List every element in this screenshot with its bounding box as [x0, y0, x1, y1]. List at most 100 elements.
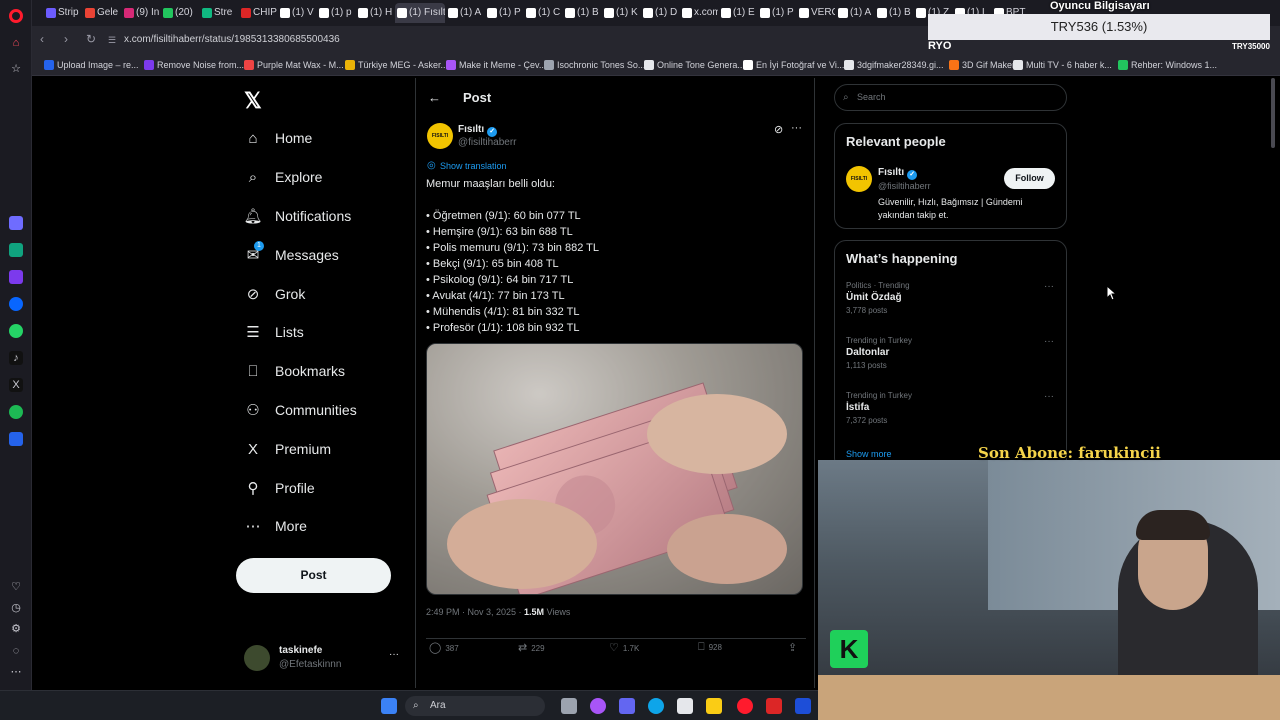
relevant-name[interactable]: Fısıltı ✓	[878, 167, 918, 180]
tab-17[interactable]: (1) E	[719, 3, 757, 23]
settings-icon[interactable]: ⚙	[9, 622, 23, 636]
messenger-icon[interactable]	[9, 297, 23, 311]
bookmark-5[interactable]: Isochronic Tones So...	[544, 58, 645, 72]
reply-button[interactable]: ◯ 387	[429, 641, 459, 654]
repost-button[interactable]: ⇄ 229	[518, 641, 545, 654]
trend-item[interactable]: Trending in Turkey Daltonlar 1,113 posts ··…	[846, 336, 1056, 380]
bookmark-8[interactable]: 3dgifmaker28349.gi...	[844, 58, 944, 72]
post-more-icon[interactable]: ···	[791, 122, 802, 134]
bookmark-1[interactable]: Remove Noise from...	[144, 58, 244, 72]
trend-more-icon[interactable]: ···	[1044, 391, 1054, 402]
nav-item-lists[interactable]: ☰ Lists	[244, 317, 304, 347]
nav-item-notifications[interactable]: 🔔︎ Notifications	[243, 201, 351, 231]
trend-more-icon[interactable]: ···	[1044, 281, 1054, 292]
spotify-icon[interactable]	[9, 405, 23, 419]
nav-item-more[interactable]: ⋯ More	[244, 511, 307, 541]
opera-logo-icon[interactable]	[9, 9, 23, 23]
post-image[interactable]	[426, 343, 803, 595]
tab-8[interactable]: (1) H	[356, 3, 394, 23]
x-icon[interactable]: X	[9, 378, 23, 392]
author-avatar[interactable]: FISILTI	[427, 123, 453, 149]
show-translation-link[interactable]: ◎ Show translation	[427, 160, 507, 171]
tab-21[interactable]: (1) B	[875, 3, 913, 23]
tab-11[interactable]: (1) P	[485, 3, 523, 23]
post-timestamp[interactable]: 2:49 PM · Nov 3, 2025 ·	[426, 607, 524, 617]
tab-16[interactable]: x.com	[680, 3, 718, 23]
tab-10[interactable]: (1) A	[446, 3, 484, 23]
nav-item-explore[interactable]: ⌕ Explore	[244, 162, 323, 192]
post-button[interactable]: Post	[236, 558, 391, 593]
forward-icon[interactable]: ›	[64, 32, 68, 46]
store-icon[interactable]	[677, 698, 693, 714]
tab-7[interactable]: (1) p	[317, 3, 355, 23]
tab-5[interactable]: CHIP	[239, 3, 277, 23]
bookmark-button[interactable]: ⎕ 928	[698, 641, 722, 654]
star-icon[interactable]: ☆	[9, 62, 23, 76]
nav-item-grok[interactable]: ⊘ Grok	[244, 279, 306, 309]
account-switcher[interactable]: taskinefe @Efetaskinnn ···	[244, 643, 404, 675]
trend-item[interactable]: Politics · Trending Ümit Özdağ 3,778 posts…	[846, 281, 1056, 325]
tab-18[interactable]: (1) P	[758, 3, 796, 23]
bookmark-7[interactable]: En İyi Fotoğraf ve Vi...	[743, 58, 844, 72]
show-more-link[interactable]: Show more	[846, 449, 892, 459]
more-icon[interactable]: ⋯	[9, 665, 23, 679]
follow-button[interactable]: Follow	[1004, 168, 1055, 189]
aria-icon[interactable]	[9, 216, 23, 230]
tab-0[interactable]: Strip	[44, 3, 82, 23]
like-button[interactable]: ♡ 1.7K	[609, 641, 639, 654]
edge-icon[interactable]	[648, 698, 664, 714]
tab-4[interactable]: Stre	[200, 3, 238, 23]
bookmark-2[interactable]: Purple Mat Wax - M...	[244, 58, 344, 72]
tab-1[interactable]: Gele	[83, 3, 121, 23]
account-more-icon[interactable]: ···	[389, 649, 399, 660]
bookmark-4[interactable]: Make it Meme - Çev...	[446, 58, 546, 72]
file-explorer-icon[interactable]	[706, 698, 722, 714]
nav-item-profile[interactable]: ⚲ Profile	[244, 473, 315, 503]
tab-3[interactable]: (20)	[161, 3, 199, 23]
author-handle[interactable]: @fisiltihaberr	[458, 137, 517, 148]
url-field[interactable]: ☰ x.com/fisiltihaberr/status/19853133806…	[102, 30, 962, 50]
share-button[interactable]: ⇪	[788, 641, 801, 654]
tab-6[interactable]: (1) V	[278, 3, 316, 23]
tab-13[interactable]: (1) B	[563, 3, 601, 23]
nav-item-bookmarks[interactable]: ⎕ Bookmarks	[244, 356, 345, 386]
tab-20[interactable]: (1) A	[836, 3, 874, 23]
bookmark-10[interactable]: Multi TV - 6 haber k...	[1013, 58, 1112, 72]
x-logo-icon[interactable]: 𝕏	[244, 88, 262, 114]
nav-item-premium[interactable]: X Premium	[244, 434, 331, 464]
copilot-icon[interactable]	[590, 698, 606, 714]
whatsapp-icon[interactable]	[9, 324, 23, 338]
relevant-avatar[interactable]: FISILTI	[846, 166, 872, 192]
player-icon[interactable]	[9, 432, 23, 446]
tiktok-icon[interactable]: ♪	[9, 351, 23, 365]
opera-icon[interactable]	[737, 698, 753, 714]
trend-more-icon[interactable]: ···	[1044, 336, 1054, 347]
back-icon[interactable]: ‹	[40, 32, 44, 46]
teams-icon[interactable]	[619, 698, 635, 714]
windows-start-icon[interactable]	[381, 698, 397, 714]
extension-icon[interactable]	[9, 270, 23, 284]
trend-item[interactable]: Trending in Turkey İstifa 7,372 posts ···	[846, 391, 1056, 435]
tab-14[interactable]: (1) K	[602, 3, 640, 23]
search-input[interactable]: ⌕ Search	[834, 84, 1067, 111]
site-info-icon[interactable]: ☰	[108, 30, 116, 50]
heart-icon[interactable]: ♡	[9, 580, 23, 594]
tab-15[interactable]: (1) D	[641, 3, 679, 23]
back-arrow-icon[interactable]: ←	[428, 90, 441, 105]
tab-12[interactable]: (1) C	[524, 3, 562, 23]
lightbulb-icon[interactable]: ◌	[9, 644, 23, 658]
bookmark-11[interactable]: Rehber: Windows 1...	[1118, 58, 1217, 72]
bookmark-6[interactable]: Online Tone Genera...	[644, 58, 745, 72]
reload-icon[interactable]: ↻	[86, 32, 96, 46]
tab-19[interactable]: VERC	[797, 3, 835, 23]
nav-item-home[interactable]: ⌂ Home	[244, 123, 312, 153]
grok-explain-icon[interactable]: ⊘	[774, 123, 783, 136]
bookmark-9[interactable]: 3D Gif Maker	[949, 58, 1015, 72]
nav-item-communities[interactable]: ⚇ Communities	[244, 395, 356, 425]
chatgpt-icon[interactable]	[9, 243, 23, 257]
scrollbar-thumb[interactable]	[1271, 78, 1275, 148]
app-w-icon[interactable]	[766, 698, 782, 714]
taskbar-search[interactable]: ⌕ Ara	[405, 696, 545, 716]
bookmark-0[interactable]: Upload Image – re...	[44, 58, 139, 72]
history-icon[interactable]: ◷	[9, 601, 23, 615]
